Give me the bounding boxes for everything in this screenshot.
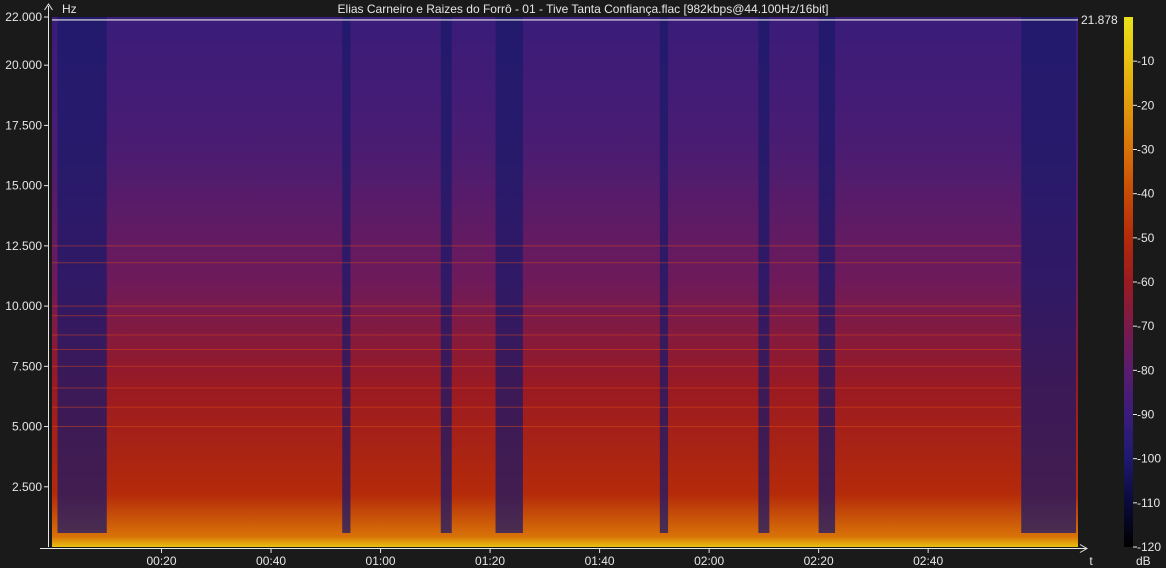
x-tick-label: 00:20	[147, 554, 177, 568]
x-tick-label: 02:00	[694, 554, 724, 568]
quiet-band	[1021, 17, 1076, 533]
colorbar-ticks: -10 -20 -30 -40 -50 -60 -70 -80 -90 -100 -110 -120	[1133, 54, 1161, 554]
colorbar-tick-label: -50	[1137, 231, 1155, 245]
colorbar-tick-label: -80	[1137, 363, 1155, 377]
y-tick-label: 7.500	[12, 359, 42, 373]
y-axis-ticks: 22.000 20.000 17.500 15.000 12.500 10.000 7.50…	[5, 10, 49, 494]
x-axis-label: t	[1089, 554, 1093, 568]
spectrogram-chart: Elias Carneiro e Raizes do Forrô - 01 - …	[5, 2, 1161, 568]
y-tick-label: 10.000	[5, 299, 42, 313]
colorbar-tick-label: -60	[1137, 275, 1155, 289]
colorbar-tick-label: -10	[1137, 54, 1155, 68]
colorbar-label: dB	[1136, 554, 1151, 568]
chart-title: Elias Carneiro e Raizes do Forrô - 01 - …	[338, 2, 829, 16]
colorbar-tick-label: -110	[1137, 496, 1160, 510]
x-tick-label: 01:40	[585, 554, 615, 568]
y-tick-label: 22.000	[5, 10, 42, 24]
y-tick-label: 15.000	[5, 179, 42, 193]
y-axis-label: Hz	[62, 2, 77, 16]
y-tick-label: 20.000	[5, 58, 42, 72]
colorbar	[1124, 17, 1133, 547]
x-axis-ticks: 00:20 00:40 01:00 01:20 01:40 02:00 02:20 02:40	[147, 548, 943, 568]
quiet-band	[495, 17, 523, 533]
x-tick-label: 00:40	[256, 554, 286, 568]
y-tick-label: 2.500	[12, 480, 42, 494]
x-tick-label: 02:40	[913, 554, 943, 568]
x-tick-label: 01:20	[475, 554, 505, 568]
colorbar-tick-label: -90	[1137, 408, 1155, 422]
quiet-band	[818, 17, 836, 533]
spectrogram-area	[52, 17, 1078, 547]
quiet-band	[758, 17, 770, 533]
quiet-band	[440, 17, 452, 533]
y-tick-label: 17.500	[5, 118, 42, 132]
colorbar-tick-label: -120	[1137, 540, 1161, 554]
y-tick-label: 5.000	[12, 420, 42, 434]
colorbar-tick-label: -100	[1137, 452, 1161, 466]
quiet-band	[342, 17, 351, 533]
x-tick-label: 02:20	[804, 554, 834, 568]
x-tick-label: 01:00	[366, 554, 396, 568]
colorbar-tick-label: -30	[1137, 143, 1155, 157]
y-tick-label: 12.500	[5, 239, 42, 253]
colorbar-tick-label: -40	[1137, 187, 1155, 201]
colorbar-tick-label: -20	[1137, 98, 1155, 112]
cutoff-label: 21.878	[1081, 13, 1118, 27]
quiet-band	[57, 17, 107, 533]
quiet-band	[659, 17, 669, 533]
colorbar-tick-label: -70	[1137, 319, 1155, 333]
